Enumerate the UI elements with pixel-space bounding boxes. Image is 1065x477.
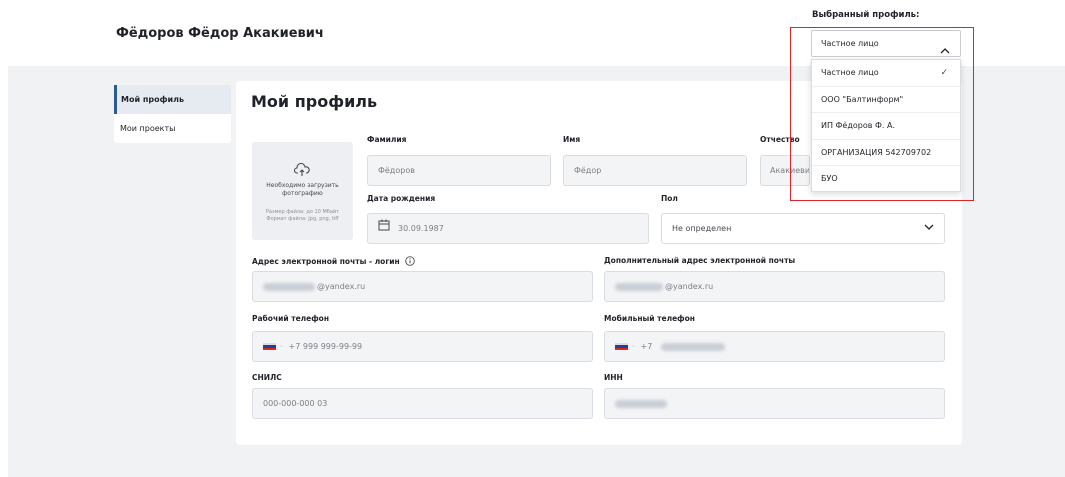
profile-option-private[interactable]: Частное лицо ✓ — [812, 60, 960, 87]
snils-field[interactable]: 000-000-000 03 — [252, 388, 593, 419]
russia-flag-icon[interactable] — [615, 342, 628, 351]
sidebar-item-my-profile[interactable]: Мой профиль — [114, 85, 231, 114]
upload-cloud-icon — [293, 162, 310, 181]
lastname-field[interactable]: Фёдоров — [367, 155, 551, 186]
profile-option-buo[interactable]: БУО — [812, 166, 960, 193]
profile-option-ip[interactable]: ИП Фёдоров Ф. А. — [812, 113, 960, 140]
profile-menu: Частное лицо ✓ ООО "Балтинформ" ИП Фёдор… — [811, 59, 961, 192]
check-icon: ✓ — [940, 68, 948, 78]
work-phone-label: Рабочий телефон — [252, 314, 330, 323]
redacted-text — [263, 282, 315, 291]
profile-select[interactable]: Частное лицо — [811, 30, 961, 57]
redacted-text — [615, 282, 663, 291]
birthdate-label: Дата рождения — [367, 194, 436, 203]
inn-field[interactable] — [604, 388, 945, 419]
profile-option-organization[interactable]: ОРГАНИЗАЦИЯ 542709702 — [812, 140, 960, 166]
email2-label: Дополнительный адрес электронной почты — [604, 256, 796, 265]
photo-upload[interactable]: Необходимо загрузить фотографию Размер ф… — [252, 142, 353, 240]
firstname-label: Имя — [563, 135, 581, 144]
photo-hint: Необходимо загрузить фотографию — [266, 182, 339, 197]
redacted-text — [615, 399, 667, 408]
gender-select[interactable]: Не определен — [661, 213, 945, 244]
birthdate-field[interactable]: 30.09.1987 — [367, 213, 649, 244]
info-icon[interactable] — [405, 256, 416, 268]
email-field[interactable]: @yandex.ru — [252, 271, 593, 302]
email2-field[interactable]: @yandex.ru — [604, 271, 945, 302]
email-label: Адрес электронной почты - логин — [252, 256, 416, 268]
page-title: Мой профиль — [251, 92, 378, 111]
snils-label: СНИЛС — [252, 373, 282, 382]
gender-label: Пол — [661, 194, 678, 203]
profile-label: Выбранный профиль: — [812, 10, 920, 20]
sidebar-item-my-projects[interactable]: Мои проекты — [114, 114, 231, 143]
profile-option-baltinform[interactable]: ООО "Балтинформ" — [812, 87, 960, 113]
inn-label: ИНН — [604, 373, 623, 382]
mobile-phone-field[interactable]: · +7 — [604, 331, 945, 362]
calendar-icon[interactable] — [378, 214, 390, 243]
russia-flag-icon[interactable] — [263, 342, 276, 351]
firstname-field[interactable]: Фёдор — [563, 155, 747, 186]
photo-size-note: Размер файла: до 10 Мбайт Формат файла: … — [265, 209, 340, 222]
mobile-phone-label: Мобильный телефон — [604, 314, 695, 323]
sidebar: Мой профиль Мои проекты — [114, 85, 231, 143]
chevron-down-icon — [924, 214, 934, 243]
user-name: Фёдоров Фёдор Акакиевич — [116, 26, 324, 41]
redacted-text — [660, 342, 725, 351]
lastname-label: Фамилия — [367, 135, 407, 144]
work-phone-field[interactable]: · +7 999 999-99-99 — [252, 331, 593, 362]
